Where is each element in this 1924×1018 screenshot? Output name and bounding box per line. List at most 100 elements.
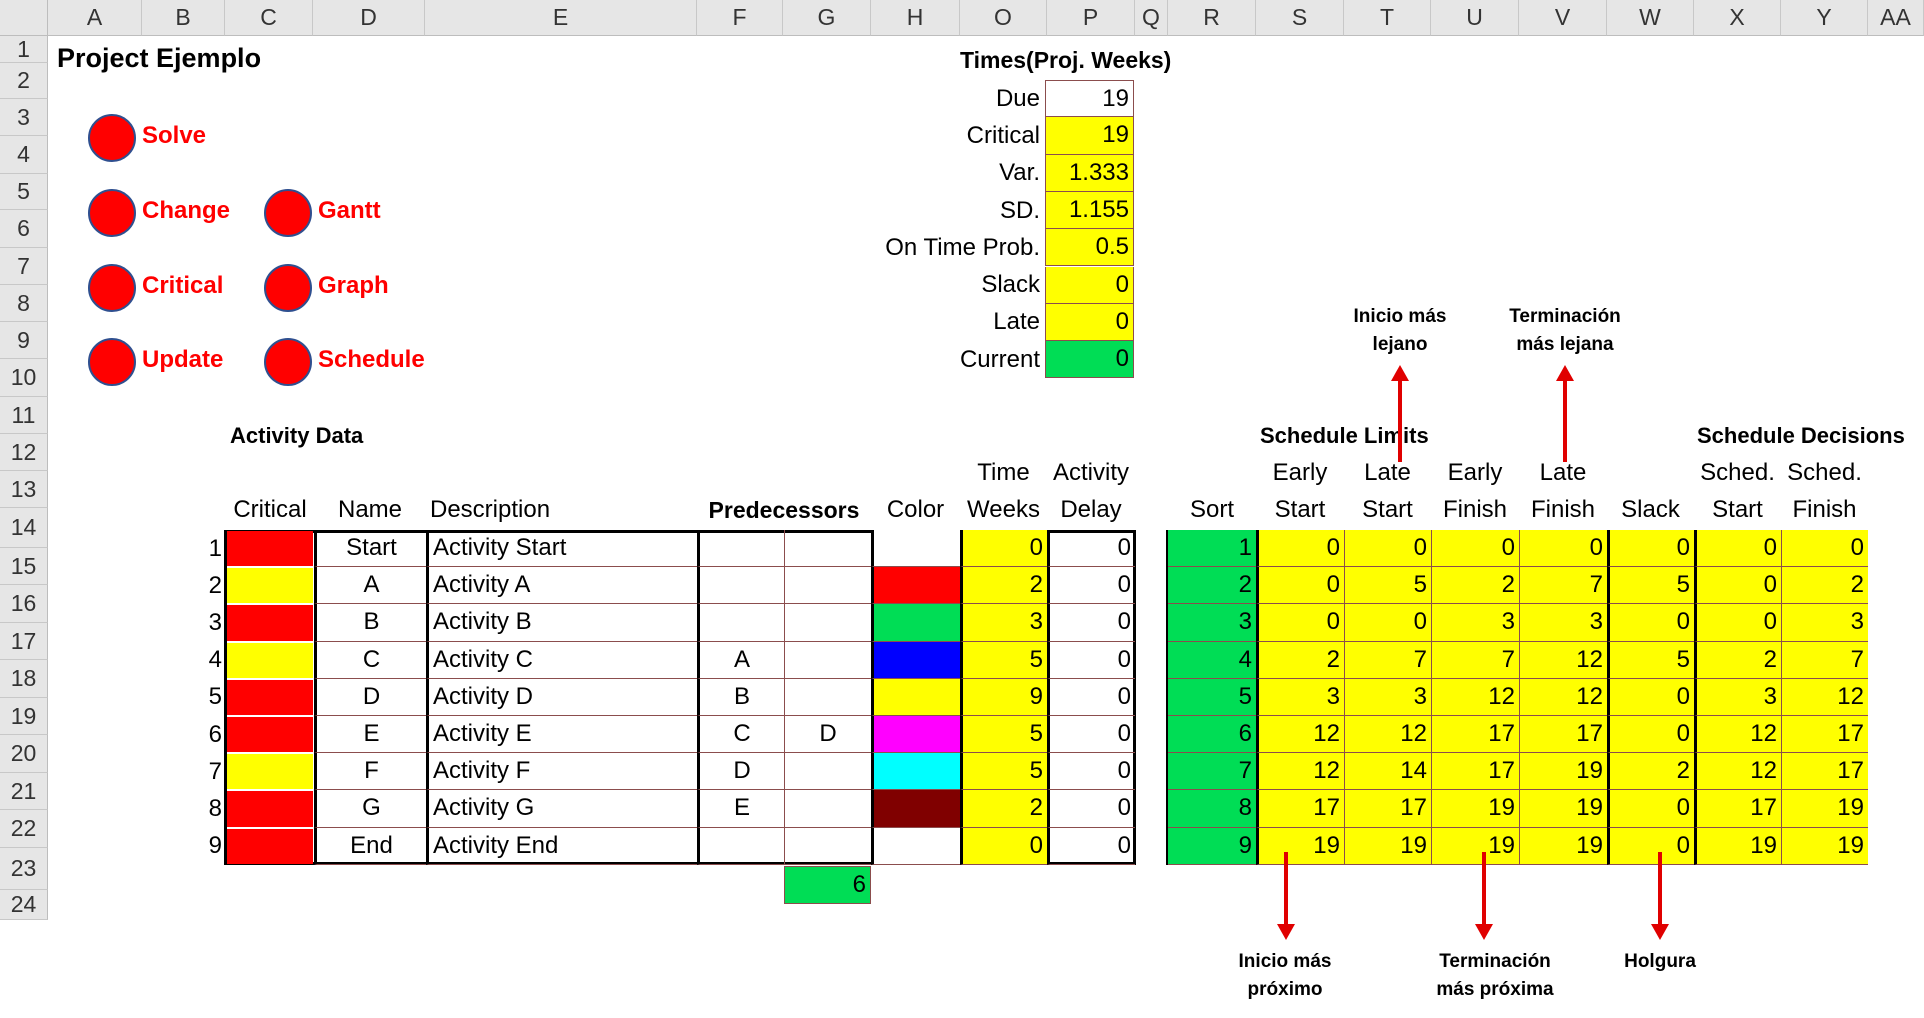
schedule-sort[interactable]: 6 (1168, 716, 1256, 754)
row-header-17[interactable]: 17 (0, 623, 48, 660)
schedule-sched-start[interactable]: 19 (1694, 827, 1781, 865)
macro-button-solve[interactable] (88, 114, 136, 162)
schedule-early-finish[interactable]: 17 (1431, 716, 1519, 754)
schedule-slack[interactable]: 5 (1607, 641, 1694, 679)
activity-description[interactable]: Activity A (426, 567, 697, 605)
schedule-sched-start[interactable]: 17 (1694, 790, 1781, 828)
row-header-7[interactable]: 7 (0, 248, 48, 285)
schedule-early-finish[interactable]: 2 (1431, 567, 1519, 605)
column-header-R[interactable]: R (1168, 0, 1256, 36)
macro-button-critical[interactable] (88, 264, 136, 312)
schedule-sort[interactable]: 4 (1168, 641, 1256, 679)
activity-description[interactable]: Activity B (426, 604, 697, 642)
column-header-D[interactable]: D (313, 0, 425, 36)
schedule-early-start[interactable]: 12 (1256, 753, 1344, 791)
schedule-sched-finish[interactable]: 2 (1781, 567, 1868, 605)
schedule-late-finish[interactable]: 12 (1519, 678, 1607, 716)
schedule-sched-finish[interactable]: 3 (1781, 604, 1868, 642)
schedule-late-start[interactable]: 7 (1344, 641, 1431, 679)
column-header-E[interactable]: E (425, 0, 697, 36)
macro-button-label-solve[interactable]: Solve (142, 122, 206, 150)
activity-color-swatch[interactable] (871, 604, 960, 642)
row-header-11[interactable]: 11 (0, 397, 48, 434)
schedule-late-finish[interactable]: 17 (1519, 716, 1607, 754)
activity-time[interactable]: 0 (960, 827, 1047, 865)
macro-button-graph[interactable] (264, 264, 312, 312)
macro-button-update[interactable] (88, 338, 136, 386)
activity-name[interactable]: G (314, 790, 426, 828)
predecessor-2[interactable] (784, 753, 871, 791)
schedule-slack[interactable]: 0 (1607, 790, 1694, 828)
activity-name[interactable]: B (314, 604, 426, 642)
activity-color-swatch[interactable] (871, 567, 960, 605)
activity-delay[interactable]: 0 (1047, 678, 1135, 716)
column-header-P[interactable]: P (1047, 0, 1135, 36)
activity-description[interactable]: Activity Start (426, 530, 697, 568)
predecessor-2[interactable] (784, 790, 871, 828)
predecessor-1[interactable] (697, 530, 784, 568)
schedule-early-finish[interactable]: 12 (1431, 678, 1519, 716)
predecessor-1[interactable] (697, 604, 784, 642)
predecessor-2[interactable] (784, 567, 871, 605)
activity-description[interactable]: Activity C (426, 641, 697, 679)
schedule-late-finish[interactable]: 19 (1519, 753, 1607, 791)
activity-description[interactable]: Activity F (426, 753, 697, 791)
schedule-sched-start[interactable]: 2 (1694, 641, 1781, 679)
activity-time[interactable]: 9 (960, 678, 1047, 716)
schedule-sched-start[interactable]: 12 (1694, 753, 1781, 791)
activity-description[interactable]: Activity D (426, 678, 697, 716)
activity-time[interactable]: 5 (960, 716, 1047, 754)
schedule-slack[interactable]: 2 (1607, 753, 1694, 791)
schedule-early-finish[interactable]: 17 (1431, 753, 1519, 791)
row-header-12[interactable]: 12 (0, 434, 48, 471)
row-header-21[interactable]: 21 (0, 773, 48, 810)
column-header-U[interactable]: U (1431, 0, 1519, 36)
select-all-corner[interactable] (0, 0, 48, 36)
predecessor-2[interactable] (784, 530, 871, 568)
activity-color-swatch[interactable] (871, 827, 960, 865)
schedule-late-start[interactable]: 17 (1344, 790, 1431, 828)
activity-color-swatch[interactable] (871, 530, 960, 568)
schedule-sort[interactable]: 5 (1168, 678, 1256, 716)
row-header-15[interactable]: 15 (0, 548, 48, 585)
macro-button-change[interactable] (88, 189, 136, 237)
row-header-9[interactable]: 9 (0, 322, 48, 359)
column-header-F[interactable]: F (697, 0, 783, 36)
schedule-late-finish[interactable]: 19 (1519, 790, 1607, 828)
row-header-19[interactable]: 19 (0, 698, 48, 735)
schedule-late-start[interactable]: 19 (1344, 827, 1431, 865)
activity-name[interactable]: Start (314, 530, 426, 568)
activity-name[interactable]: A (314, 567, 426, 605)
activity-color-swatch[interactable] (871, 790, 960, 828)
activity-color-swatch[interactable] (871, 641, 960, 679)
predecessor-2[interactable] (784, 641, 871, 679)
column-header-A[interactable]: A (48, 0, 142, 36)
schedule-late-start[interactable]: 0 (1344, 604, 1431, 642)
macro-button-label-schedule[interactable]: Schedule (318, 346, 425, 374)
activity-delay[interactable]: 0 (1047, 604, 1135, 642)
row-header-10[interactable]: 10 (0, 359, 48, 397)
activity-description[interactable]: Activity E (426, 716, 697, 754)
schedule-sched-finish[interactable]: 17 (1781, 753, 1868, 791)
schedule-slack[interactable]: 0 (1607, 530, 1694, 568)
schedule-sort[interactable]: 3 (1168, 604, 1256, 642)
macro-button-label-critical[interactable]: Critical (142, 272, 223, 300)
activity-name[interactable]: E (314, 716, 426, 754)
column-header-AA[interactable]: AA (1868, 0, 1924, 36)
column-header-C[interactable]: C (225, 0, 313, 36)
schedule-slack[interactable]: 0 (1607, 678, 1694, 716)
activity-time[interactable]: 0 (960, 530, 1047, 568)
schedule-sched-finish[interactable]: 17 (1781, 716, 1868, 754)
row-header-2[interactable]: 2 (0, 63, 48, 99)
schedule-sched-finish[interactable]: 12 (1781, 678, 1868, 716)
row-header-20[interactable]: 20 (0, 735, 48, 773)
macro-button-label-update[interactable]: Update (142, 346, 223, 374)
predecessor-2[interactable] (784, 604, 871, 642)
schedule-early-finish[interactable]: 19 (1431, 790, 1519, 828)
activity-time[interactable]: 2 (960, 790, 1047, 828)
schedule-sched-start[interactable]: 0 (1694, 567, 1781, 605)
schedule-slack[interactable]: 0 (1607, 604, 1694, 642)
schedule-sched-start[interactable]: 0 (1694, 530, 1781, 568)
schedule-late-start[interactable]: 5 (1344, 567, 1431, 605)
activity-name[interactable]: End (314, 827, 426, 865)
